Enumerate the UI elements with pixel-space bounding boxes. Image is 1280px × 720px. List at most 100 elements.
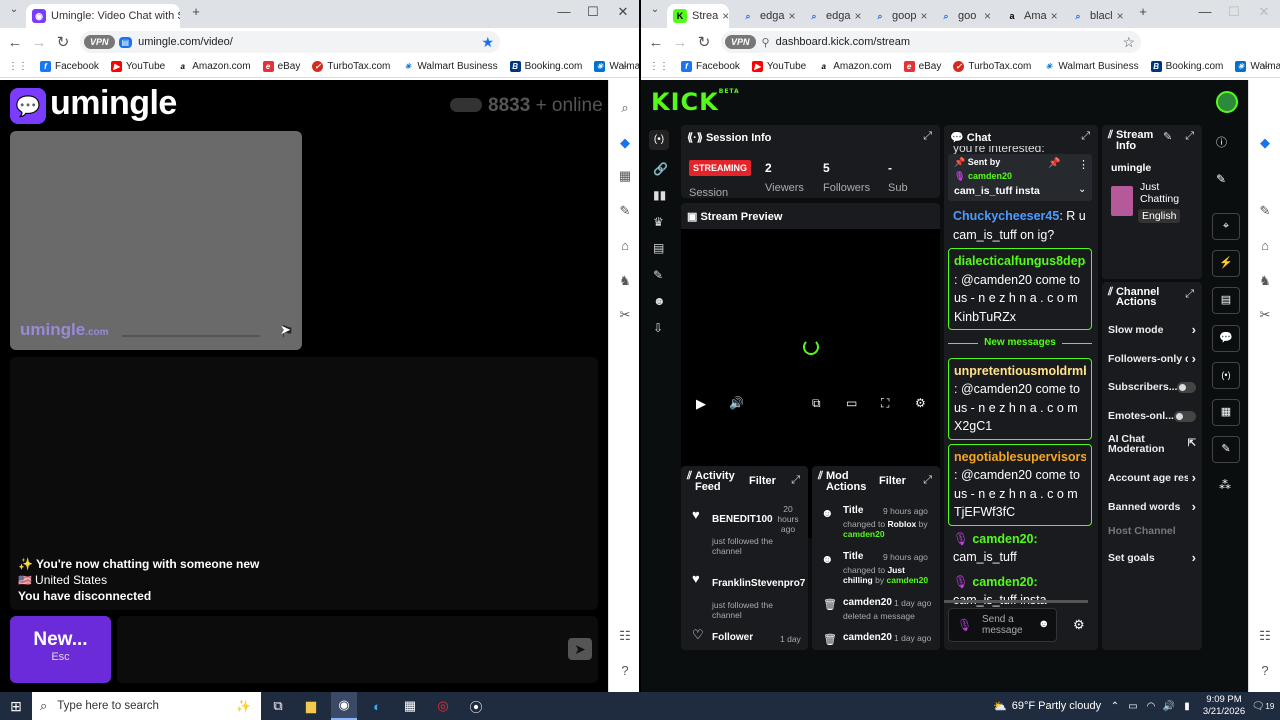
chrome-icon[interactable]: ◉: [331, 692, 357, 720]
account-age-row[interactable]: Account age res ›: [1108, 470, 1196, 485]
banned-words-row[interactable]: Banned words ›: [1108, 499, 1196, 514]
wrench-icon[interactable]: ✎: [653, 268, 663, 282]
tab-umingle[interactable]: ◉ Umingle: Video Chat with S ● ×: [26, 4, 180, 28]
theater-icon[interactable]: ▭: [846, 396, 857, 410]
broadcast-icon[interactable]: (•): [1212, 362, 1240, 389]
maximize-button[interactable]: ☐: [581, 4, 605, 20]
tab-search-3[interactable]: ⌕ goop ×: [867, 4, 931, 28]
slow-mode-row[interactable]: Slow mode ›: [1108, 322, 1196, 337]
popout-icon[interactable]: ⤢: [923, 474, 932, 487]
set-goals-row[interactable]: Set goals ›: [1108, 550, 1196, 565]
bookmark-walmart-business[interactable]: ✳ Walmart Business: [402, 61, 498, 72]
tab-search-5[interactable]: ⌕ blacl ×: [1065, 4, 1129, 28]
activity-user[interactable]: FranklinStevenpro7: [712, 578, 805, 589]
wifi-icon[interactable]: ◠: [1142, 692, 1160, 720]
minimize-button[interactable]: —: [1193, 4, 1217, 19]
reload-icon[interactable]: ↻: [51, 33, 75, 51]
emotes-only-row[interactable]: Emotes-onl...: [1108, 410, 1196, 422]
download-icon[interactable]: ⇩: [653, 321, 663, 335]
app-icon[interactable]: ◎: [430, 692, 456, 720]
taskbar-search[interactable]: ⌕ Type here to search ✨: [32, 692, 261, 720]
copilot-icon[interactable]: ◆: [1257, 135, 1273, 151]
bookmark-star-icon[interactable]: ☆: [1122, 34, 1135, 51]
tab-search-4[interactable]: ⌕ goo ×: [933, 4, 997, 28]
site-info-icon[interactable]: ⚲: [762, 36, 770, 49]
popout-icon[interactable]: ⤢: [791, 474, 800, 487]
reload-icon[interactable]: ↻: [692, 33, 716, 51]
tab-amazon[interactable]: a Ama ×: [999, 4, 1063, 28]
subscribers-toggle[interactable]: [1177, 381, 1196, 393]
edge-icon[interactable]: ◐: [364, 692, 390, 720]
emoji-icon[interactable]: ☻: [1038, 618, 1050, 630]
focus-icon[interactable]: ⌖: [1212, 213, 1240, 240]
analytics-icon[interactable]: ▮▮: [653, 188, 666, 202]
chat-settings-icon[interactable]: ⚙: [1073, 617, 1085, 633]
close-tab-icon[interactable]: ×: [916, 9, 927, 23]
volume-icon[interactable]: 🔊: [729, 396, 744, 410]
tag-icon[interactable]: ⌂: [1257, 238, 1273, 253]
trophy-icon[interactable]: ♛: [653, 215, 664, 229]
notification-icon[interactable]: 🗨 19: [1250, 692, 1276, 720]
layout-icon[interactable]: ▦: [1212, 399, 1240, 426]
new-tab-button[interactable]: +: [1131, 4, 1155, 19]
activity-user[interactable]: BENEDIT100: [712, 514, 773, 525]
stream-nav-icon[interactable]: (•): [649, 130, 669, 150]
help-icon[interactable]: ?: [1257, 663, 1273, 678]
more-bookmarks-icon[interactable]: »: [621, 61, 627, 72]
chat-scrollbar[interactable]: [944, 600, 1088, 603]
new-chat-button[interactable]: New... Esc: [10, 616, 111, 683]
tab-search-1[interactable]: ⌕ edga ×: [735, 4, 799, 28]
activity-filter-button[interactable]: Filter: [749, 475, 776, 487]
video-icon[interactable]: ▤: [653, 241, 664, 255]
subscribers-only-row[interactable]: Subscribers...: [1108, 381, 1196, 393]
edit-icon[interactable]: ✎: [1216, 172, 1226, 186]
copilot-icon[interactable]: ◆: [617, 135, 633, 151]
umingle-logo-text[interactable]: umingle: [50, 84, 177, 123]
game-icon[interactable]: ♞: [617, 273, 633, 289]
more-bookmarks-icon[interactable]: »: [1262, 61, 1268, 72]
bolt-icon[interactable]: ⚡: [1212, 250, 1240, 277]
mod-filter-button[interactable]: Filter: [879, 475, 906, 487]
tab-kick[interactable]: K Strea ×: [667, 4, 729, 28]
back-icon[interactable]: ←: [644, 34, 668, 51]
close-tab-icon[interactable]: ×: [718, 9, 729, 23]
calculator-icon[interactable]: ▦: [617, 168, 633, 184]
ai-moderation-row[interactable]: AI Chat Moderation ⇱: [1108, 434, 1196, 455]
network-icon[interactable]: ⁂: [1219, 478, 1231, 492]
back-icon[interactable]: ←: [3, 34, 27, 51]
tag-icon[interactable]: ⌂: [617, 238, 633, 253]
send-message-input[interactable]: 🎙 Send a message ☻: [948, 608, 1057, 642]
tools-icon[interactable]: ✂: [617, 307, 633, 323]
network-icon[interactable]: ▭: [1124, 692, 1142, 720]
notes-icon[interactable]: ✎: [617, 203, 633, 219]
bookmark-youtube[interactable]: ▶ YouTube: [110, 61, 165, 72]
close-tab-icon[interactable]: ×: [784, 9, 795, 23]
forward-icon[interactable]: →: [668, 34, 692, 51]
site-info-icon[interactable]: ▤: [118, 36, 133, 48]
file-explorer-icon[interactable]: ▆: [298, 692, 324, 720]
play-icon[interactable]: ▶: [696, 396, 706, 412]
volume-icon[interactable]: 🔊: [1160, 692, 1178, 720]
link-icon[interactable]: 🔗: [653, 162, 668, 176]
fullscreen-icon[interactable]: ⛶: [881, 396, 889, 411]
omnibox[interactable]: VPN ⚲ dashboard.kick.com/stream ☆: [721, 31, 1141, 53]
bookmark-walmart[interactable]: ✳Walmart.com: [594, 61, 639, 72]
settings-icon[interactable]: ⚙: [915, 396, 926, 410]
close-window-button[interactable]: ✕: [1252, 4, 1276, 20]
avatar[interactable]: [1216, 91, 1238, 113]
battery-icon[interactable]: ▮: [1178, 692, 1196, 720]
bookmark-walmart[interactable]: ✳Walmart.com: [1235, 61, 1280, 72]
tools-icon[interactable]: ✂: [1257, 307, 1273, 323]
pinned-message[interactable]: 📌 Sent by 🎙 camden20 cam_is_tuff insta 📌…: [948, 154, 1092, 201]
bookmark-turbotax[interactable]: ✓ TurboTax.com: [953, 61, 1031, 72]
apps-icon[interactable]: ⋮⋮: [8, 61, 28, 72]
pip-icon[interactable]: ⧉: [812, 396, 821, 411]
vpn-icon[interactable]: VPN: [84, 35, 115, 49]
kick-logo[interactable]: KICKBETA: [651, 88, 740, 116]
customize-icon[interactable]: ☷: [1257, 628, 1273, 644]
followers-only-row[interactable]: Followers-only c ›: [1108, 351, 1196, 366]
bookmark-youtube[interactable]: ▶ YouTube: [751, 61, 806, 72]
game-icon[interactable]: ♞: [1257, 273, 1273, 289]
bookmark-booking[interactable]: B Booking.com: [1150, 61, 1223, 72]
bookmark-turbotax[interactable]: ✓ TurboTax.com: [312, 61, 390, 72]
